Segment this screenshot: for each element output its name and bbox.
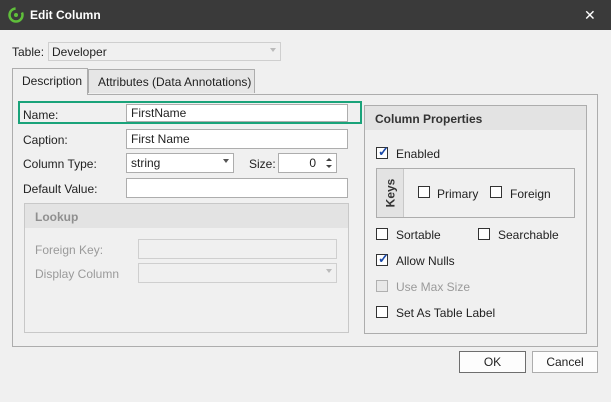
size-value: 0 (309, 156, 316, 170)
set-as-table-label-checkbox[interactable] (376, 306, 388, 318)
name-label: Name: (23, 108, 59, 122)
chevron-down-icon (326, 269, 332, 273)
chevron-down-icon (223, 159, 229, 163)
foreign-checkbox[interactable] (490, 186, 502, 198)
column-type-label: Column Type: (23, 157, 97, 171)
searchable-label: Searchable (498, 228, 559, 242)
primary-label: Primary (437, 187, 479, 201)
foreign-key-label: Foreign Key: (35, 243, 104, 257)
close-icon[interactable]: ✕ (584, 7, 596, 23)
cancel-button[interactable]: Cancel (532, 351, 598, 373)
ok-button[interactable]: OK (459, 351, 526, 373)
caption-field[interactable]: First Name (126, 129, 348, 149)
foreign-label: Foreign (510, 187, 551, 201)
check-icon: ✓ (378, 144, 389, 159)
size-stepper[interactable]: 0 (278, 153, 337, 173)
window-title: Edit Column (30, 8, 101, 22)
column-type-select[interactable]: string (126, 153, 234, 173)
display-column-select[interactable] (138, 263, 337, 283)
table-select-value: Developer (52, 45, 107, 59)
lookup-title: Lookup (25, 204, 348, 228)
name-field[interactable]: FirstName (126, 104, 348, 122)
foreign-key-field[interactable] (138, 239, 337, 259)
default-value-label: Default Value: (23, 182, 98, 196)
set-as-table-label-label: Set As Table Label (396, 306, 496, 320)
default-value-field[interactable] (126, 178, 348, 198)
display-column-label: Display Column (35, 267, 120, 281)
use-max-size-label: Use Max Size (396, 280, 471, 294)
keys-title-wrap: Keys (377, 169, 403, 217)
allow-nulls-checkbox[interactable]: ✓ (376, 251, 389, 266)
table-select[interactable]: Developer (48, 42, 281, 61)
size-label: Size: (249, 157, 276, 171)
tab-joiner (13, 93, 87, 95)
column-properties-title: Column Properties (365, 106, 586, 130)
sortable-label: Sortable (396, 228, 441, 242)
allow-nulls-label: Allow Nulls (396, 254, 455, 268)
check-icon: ✓ (378, 251, 389, 266)
tab-description[interactable]: Description (12, 68, 88, 95)
table-label: Table: (12, 45, 45, 59)
caption-label: Caption: (23, 133, 68, 147)
chevron-down-icon (270, 48, 276, 52)
sortable-checkbox[interactable] (376, 228, 388, 240)
app-logo-icon (8, 7, 24, 23)
primary-checkbox[interactable] (418, 186, 430, 198)
keys-title: Keys (383, 178, 397, 208)
searchable-checkbox[interactable] (478, 228, 490, 240)
spin-arrows-icon[interactable] (325, 156, 333, 170)
column-type-value: string (131, 156, 161, 170)
use-max-size-checkbox[interactable] (376, 280, 388, 292)
tab-attributes[interactable]: Attributes (Data Annotations) (88, 69, 255, 93)
enabled-label: Enabled (396, 147, 441, 161)
column-properties-group (364, 105, 587, 334)
enabled-checkbox[interactable]: ✓ (376, 144, 389, 159)
